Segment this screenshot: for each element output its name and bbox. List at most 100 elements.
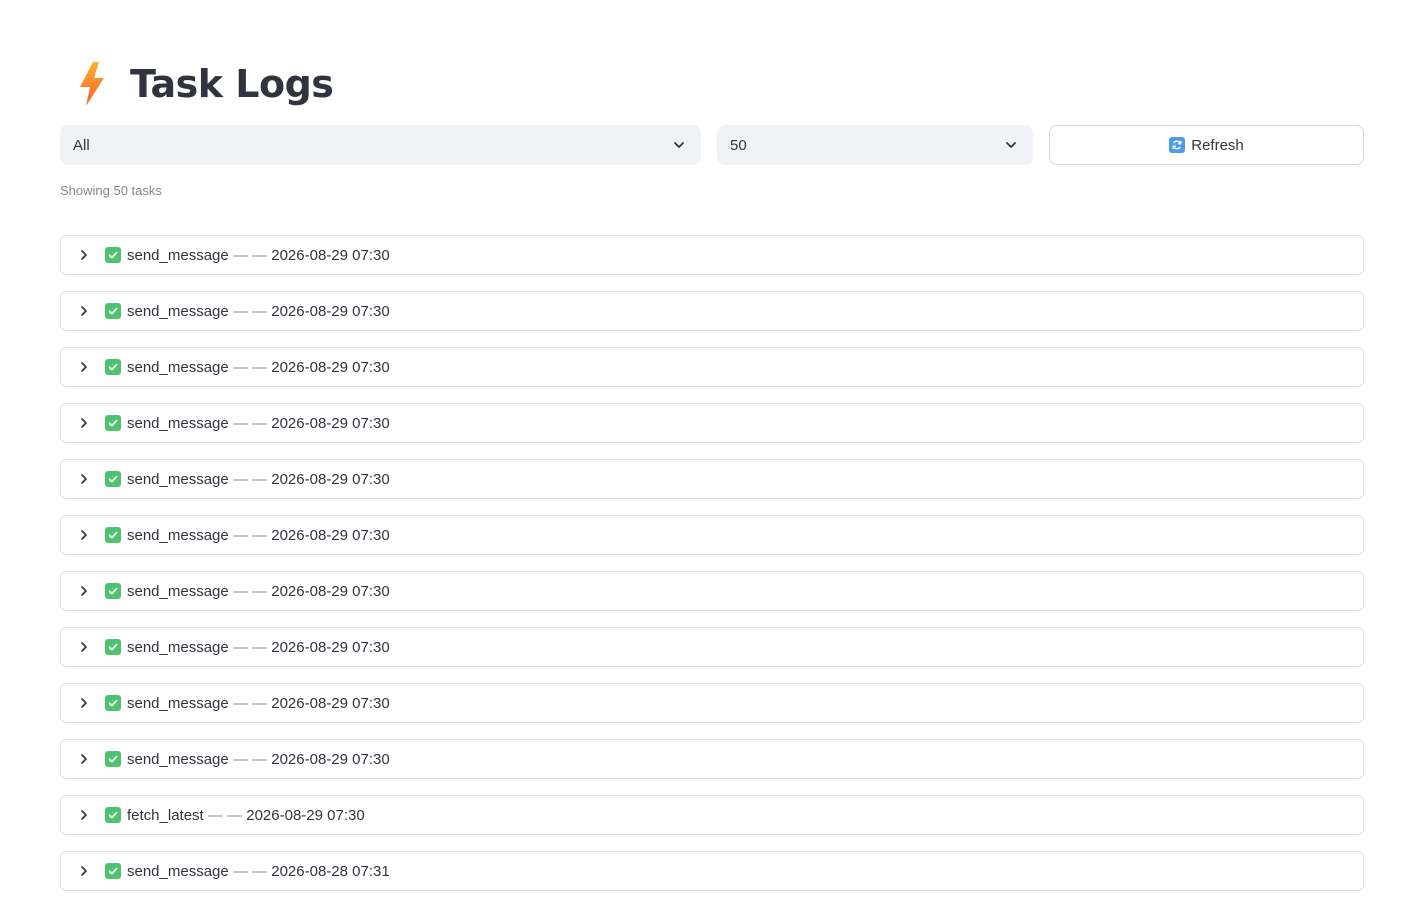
controls-bar: All 50 Refresh bbox=[60, 125, 1364, 165]
limit-select[interactable]: 50 bbox=[717, 125, 1033, 165]
task-timestamp: 2026-08-28 07:31 bbox=[271, 862, 390, 880]
task-label: send_message — — 2026-08-29 07:30 bbox=[127, 527, 390, 544]
task-timestamp: 2026-08-29 07:30 bbox=[246, 806, 365, 824]
task-timestamp: 2026-08-29 07:30 bbox=[271, 750, 390, 768]
task-row[interactable]: fetch_latest — — 2026-08-29 07:30 bbox=[60, 795, 1364, 835]
task-row[interactable]: send_message — — 2026-08-29 07:30 bbox=[60, 683, 1364, 723]
task-timestamp: 2026-08-29 07:30 bbox=[271, 358, 390, 376]
check-icon bbox=[105, 751, 121, 767]
chevron-right-icon bbox=[77, 752, 91, 766]
chevron-right-icon bbox=[77, 640, 91, 654]
task-separator: — — bbox=[232, 526, 268, 544]
task-row[interactable]: send_message — — 2026-08-29 07:30 bbox=[60, 459, 1364, 499]
task-label: fetch_latest — — 2026-08-29 07:30 bbox=[127, 807, 365, 824]
task-separator: — — bbox=[232, 638, 268, 656]
task-name: send_message bbox=[127, 246, 229, 264]
task-label: send_message — — 2026-08-29 07:30 bbox=[127, 471, 390, 488]
task-count-caption: Showing 50 tasks bbox=[60, 183, 162, 198]
task-name: send_message bbox=[127, 358, 229, 376]
task-list: send_message — — 2026-08-29 07:30 send_m… bbox=[60, 235, 1364, 891]
task-timestamp: 2026-08-29 07:30 bbox=[271, 638, 390, 656]
chevron-right-icon bbox=[77, 416, 91, 430]
task-row[interactable]: send_message — — 2026-08-29 07:30 bbox=[60, 291, 1364, 331]
chevron-down-icon bbox=[671, 137, 687, 153]
task-row[interactable]: send_message — — 2026-08-29 07:30 bbox=[60, 571, 1364, 611]
task-separator: — — bbox=[232, 582, 268, 600]
lightning-bolt-icon bbox=[72, 59, 112, 109]
task-label: send_message — — 2026-08-29 07:30 bbox=[127, 639, 390, 656]
chevron-down-icon bbox=[1003, 137, 1019, 153]
check-icon bbox=[105, 415, 121, 431]
check-icon bbox=[105, 247, 121, 263]
task-row[interactable]: send_message — — 2026-08-28 07:31 bbox=[60, 851, 1364, 891]
task-separator: — — bbox=[232, 414, 268, 432]
chevron-right-icon bbox=[77, 472, 91, 486]
chevron-right-icon bbox=[77, 584, 91, 598]
task-separator: — — bbox=[232, 358, 268, 376]
task-label: send_message — — 2026-08-29 07:30 bbox=[127, 751, 390, 768]
task-separator: — — bbox=[232, 302, 268, 320]
task-name: fetch_latest bbox=[127, 806, 204, 824]
task-row[interactable]: send_message — — 2026-08-29 07:30 bbox=[60, 403, 1364, 443]
task-name: send_message bbox=[127, 638, 229, 656]
chevron-right-icon bbox=[77, 304, 91, 318]
check-icon bbox=[105, 359, 121, 375]
task-name: send_message bbox=[127, 302, 229, 320]
check-icon bbox=[105, 303, 121, 319]
task-name: send_message bbox=[127, 582, 229, 600]
task-timestamp: 2026-08-29 07:30 bbox=[271, 470, 390, 488]
task-label: send_message — — 2026-08-29 07:30 bbox=[127, 583, 390, 600]
task-label: send_message — — 2026-08-29 07:30 bbox=[127, 247, 390, 264]
check-icon bbox=[105, 639, 121, 655]
task-name: send_message bbox=[127, 862, 229, 880]
task-name: send_message bbox=[127, 526, 229, 544]
chevron-right-icon bbox=[77, 808, 91, 822]
task-timestamp: 2026-08-29 07:30 bbox=[271, 302, 390, 320]
task-row[interactable]: send_message — — 2026-08-29 07:30 bbox=[60, 235, 1364, 275]
task-timestamp: 2026-08-29 07:30 bbox=[271, 694, 390, 712]
task-label: send_message — — 2026-08-29 07:30 bbox=[127, 695, 390, 712]
check-icon bbox=[105, 471, 121, 487]
task-timestamp: 2026-08-29 07:30 bbox=[271, 414, 390, 432]
chevron-right-icon bbox=[77, 248, 91, 262]
task-separator: — — bbox=[232, 694, 268, 712]
task-name: send_message bbox=[127, 750, 229, 768]
task-row[interactable]: send_message — — 2026-08-29 07:30 bbox=[60, 739, 1364, 779]
check-icon bbox=[105, 695, 121, 711]
task-label: send_message — — 2026-08-29 07:30 bbox=[127, 303, 390, 320]
task-label: send_message — — 2026-08-28 07:31 bbox=[127, 863, 390, 880]
task-name: send_message bbox=[127, 694, 229, 712]
task-name: send_message bbox=[127, 470, 229, 488]
check-icon bbox=[105, 863, 121, 879]
check-icon bbox=[105, 807, 121, 823]
limit-value: 50 bbox=[730, 136, 747, 154]
chevron-right-icon bbox=[77, 528, 91, 542]
check-icon bbox=[105, 583, 121, 599]
status-filter-select[interactable]: All bbox=[60, 125, 701, 165]
page-header: Task Logs bbox=[60, 56, 334, 112]
task-separator: — — bbox=[207, 806, 243, 824]
refresh-button[interactable]: Refresh bbox=[1049, 125, 1364, 165]
task-separator: — — bbox=[232, 862, 268, 880]
refresh-icon bbox=[1169, 137, 1186, 153]
status-filter-value: All bbox=[73, 136, 90, 154]
task-row[interactable]: send_message — — 2026-08-29 07:30 bbox=[60, 347, 1364, 387]
refresh-button-label: Refresh bbox=[1191, 136, 1244, 154]
task-logs-page: Task Logs All 50 Refresh Showing 50 task… bbox=[0, 0, 1413, 897]
chevron-right-icon bbox=[77, 696, 91, 710]
task-label: send_message — — 2026-08-29 07:30 bbox=[127, 415, 390, 432]
task-separator: — — bbox=[232, 246, 268, 264]
chevron-right-icon bbox=[77, 360, 91, 374]
task-separator: — — bbox=[232, 750, 268, 768]
task-timestamp: 2026-08-29 07:30 bbox=[271, 246, 390, 264]
task-timestamp: 2026-08-29 07:30 bbox=[271, 582, 390, 600]
chevron-right-icon bbox=[77, 864, 91, 878]
task-row[interactable]: send_message — — 2026-08-29 07:30 bbox=[60, 515, 1364, 555]
task-timestamp: 2026-08-29 07:30 bbox=[271, 526, 390, 544]
task-name: send_message bbox=[127, 414, 229, 432]
check-icon bbox=[105, 527, 121, 543]
page-title: Task Logs bbox=[130, 62, 334, 106]
task-row[interactable]: send_message — — 2026-08-29 07:30 bbox=[60, 627, 1364, 667]
task-separator: — — bbox=[232, 470, 268, 488]
task-label: send_message — — 2026-08-29 07:30 bbox=[127, 359, 390, 376]
